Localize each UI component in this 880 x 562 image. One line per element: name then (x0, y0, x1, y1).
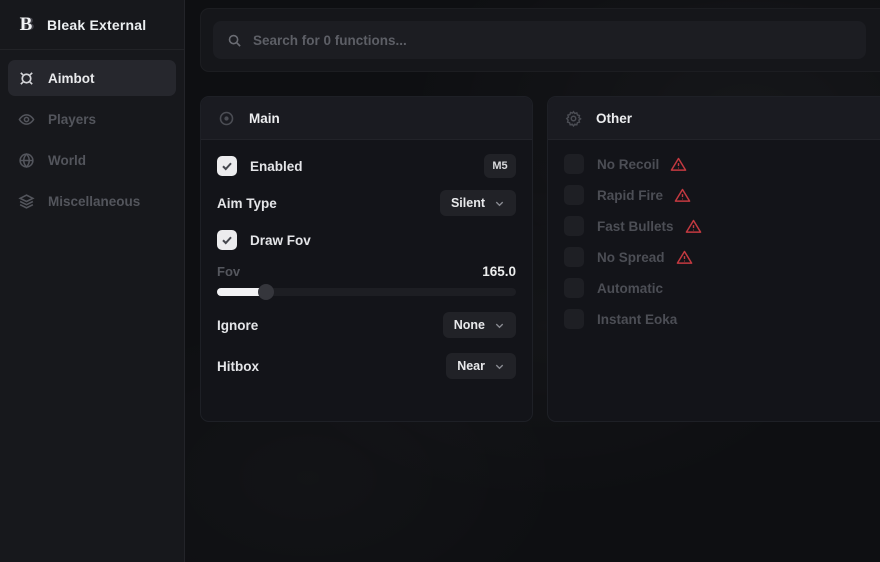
no-spread-row: No Spread (564, 247, 864, 267)
fov-slider[interactable] (217, 288, 516, 296)
chevron-down-icon (494, 198, 505, 209)
fov-value: 165.0 (482, 264, 516, 279)
no-recoil-label: No Recoil (597, 157, 659, 172)
draw-fov-row: Draw Fov (217, 230, 516, 250)
rapid-fire-checkbox[interactable] (564, 185, 584, 205)
chevron-down-icon (494, 320, 505, 331)
search-input[interactable] (253, 33, 852, 48)
draw-fov-checkbox[interactable] (217, 230, 237, 250)
warning-icon (676, 249, 693, 266)
hitbox-dropdown[interactable]: Near (446, 353, 516, 379)
ignore-label: Ignore (217, 318, 258, 333)
rapid-fire-row: Rapid Fire (564, 185, 864, 205)
warning-icon (674, 187, 691, 204)
no-spread-checkbox[interactable] (564, 247, 584, 267)
enabled-checkbox[interactable] (217, 156, 237, 176)
sidebar: B Bleak External Aimbot Players World M (0, 0, 185, 562)
warning-icon (670, 156, 687, 173)
main-panel-body: Enabled M5 Aim Type Silent (201, 140, 532, 393)
rapid-fire-label: Rapid Fire (597, 188, 663, 203)
ignore-row: Ignore None (217, 312, 516, 338)
enabled-keybind-badge[interactable]: M5 (484, 154, 516, 178)
instant-eoka-row: Instant Eoka (564, 309, 864, 329)
fov-slider-thumb[interactable] (258, 284, 274, 300)
sidebar-item-label: Players (48, 112, 96, 127)
globe-icon (18, 152, 35, 169)
search-container (200, 8, 880, 72)
sidebar-item-players[interactable]: Players (8, 101, 176, 137)
fast-bullets-checkbox[interactable] (564, 216, 584, 236)
fast-bullets-row: Fast Bullets (564, 216, 864, 236)
other-panel-header: Other (548, 97, 880, 140)
no-recoil-row: No Recoil (564, 154, 864, 174)
no-recoil-checkbox[interactable] (564, 154, 584, 174)
search-box[interactable] (213, 21, 866, 59)
hitbox-label: Hitbox (217, 359, 259, 374)
app-title: Bleak External (47, 17, 146, 33)
aim-type-value: Silent (451, 196, 485, 210)
automatic-label: Automatic (597, 281, 663, 296)
instant-eoka-checkbox[interactable] (564, 309, 584, 329)
sidebar-item-aimbot[interactable]: Aimbot (8, 60, 176, 96)
main-panel-header: Main (201, 97, 532, 140)
sidebar-item-label: Aimbot (48, 71, 95, 86)
automatic-checkbox[interactable] (564, 278, 584, 298)
other-panel: Other No Recoil Rapid Fire (547, 96, 880, 422)
enabled-row: Enabled M5 (217, 154, 516, 178)
ignore-dropdown[interactable]: None (443, 312, 516, 338)
no-spread-label: No Spread (597, 250, 665, 265)
panel-title: Other (596, 111, 632, 126)
panel-title: Main (249, 111, 280, 126)
hitbox-value: Near (457, 359, 485, 373)
bleak-logo-icon: B (16, 14, 36, 36)
aim-type-label: Aim Type (217, 196, 277, 211)
sidebar-item-world[interactable]: World (8, 142, 176, 178)
layers-icon (18, 193, 35, 210)
sidebar-item-label: World (48, 153, 86, 168)
search-icon (227, 33, 242, 48)
main-content: Main Enabled M5 Aim Type Silent (185, 0, 880, 562)
aim-type-dropdown[interactable]: Silent (440, 190, 516, 216)
fast-bullets-label: Fast Bullets (597, 219, 674, 234)
aim-type-row: Aim Type Silent (217, 190, 516, 216)
sidebar-header: B Bleak External (0, 0, 184, 50)
ignore-value: None (454, 318, 485, 332)
panels-row: Main Enabled M5 Aim Type Silent (200, 96, 880, 422)
fov-label: Fov (217, 264, 240, 279)
gear-icon (565, 110, 582, 127)
crosshair-icon (18, 70, 35, 87)
sidebar-item-label: Miscellaneous (48, 194, 140, 209)
sidebar-nav: Aimbot Players World Miscellaneous (0, 50, 184, 229)
main-panel: Main Enabled M5 Aim Type Silent (200, 96, 533, 422)
fov-row: Fov 165.0 (217, 264, 516, 279)
warning-icon (685, 218, 702, 235)
draw-fov-label: Draw Fov (250, 233, 311, 248)
automatic-row: Automatic (564, 278, 864, 298)
other-panel-body: No Recoil Rapid Fire Fast Bullets (548, 140, 880, 354)
instant-eoka-label: Instant Eoka (597, 312, 677, 327)
enabled-label: Enabled (250, 159, 303, 174)
chevron-down-icon (494, 361, 505, 372)
target-icon (218, 110, 235, 127)
sidebar-item-miscellaneous[interactable]: Miscellaneous (8, 183, 176, 219)
hitbox-row: Hitbox Near (217, 353, 516, 379)
eye-icon (18, 111, 35, 128)
